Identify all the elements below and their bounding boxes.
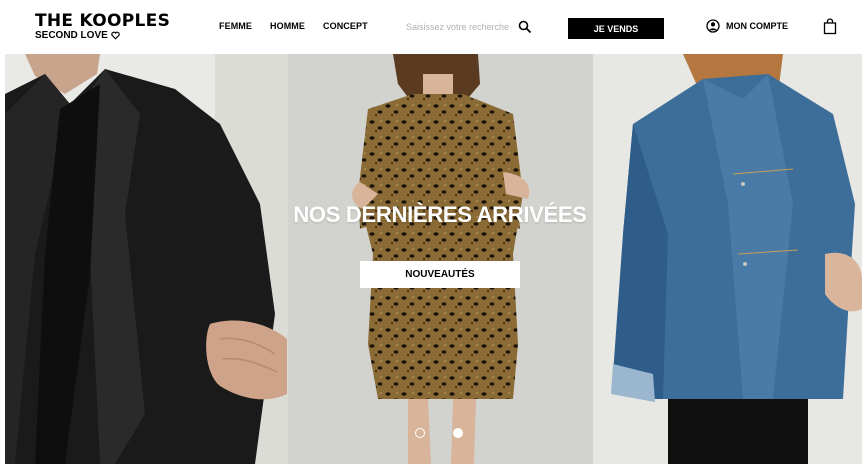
heart-icon: [111, 31, 120, 40]
shopping-bag-icon[interactable]: [823, 18, 837, 35]
brand-tagline-row: SECOND LOVE: [35, 30, 170, 41]
hero-image-right: [593, 54, 862, 464]
search-bar: [406, 17, 534, 37]
sell-button[interactable]: JE VENDS: [568, 18, 664, 39]
search-icon[interactable]: [518, 20, 532, 34]
main-nav: FEMME HOMME CONCEPT: [219, 21, 368, 31]
hero-image-left: [5, 54, 288, 464]
carousel-dot-2[interactable]: [453, 428, 463, 438]
nav-item-femme[interactable]: FEMME: [219, 21, 252, 31]
account-label: MON COMPTE: [726, 21, 788, 31]
hero-image-center: [288, 54, 593, 464]
account-link[interactable]: MON COMPTE: [706, 19, 788, 33]
brand-logo[interactable]: THE KOOPLES SECOND LOVE: [35, 12, 170, 41]
user-circle-icon: [706, 19, 720, 33]
brand-tagline: SECOND LOVE: [35, 30, 108, 41]
hero-banner[interactable]: NOS DERNIÈRES ARRIVÉES NOUVEAUTÉS: [5, 54, 862, 464]
nav-item-homme[interactable]: HOMME: [270, 21, 305, 31]
search-input[interactable]: [406, 22, 514, 32]
carousel-dots: [415, 428, 463, 438]
nav-item-concept[interactable]: CONCEPT: [323, 21, 368, 31]
brand-name: THE KOOPLES: [35, 11, 171, 31]
new-arrivals-button[interactable]: NOUVEAUTÉS: [360, 261, 520, 288]
carousel-dot-1[interactable]: [415, 428, 425, 438]
site-header: THE KOOPLES SECOND LOVE FEMME HOMME CONC…: [0, 0, 862, 54]
hero-title: NOS DERNIÈRES ARRIVÉES: [293, 202, 587, 227]
